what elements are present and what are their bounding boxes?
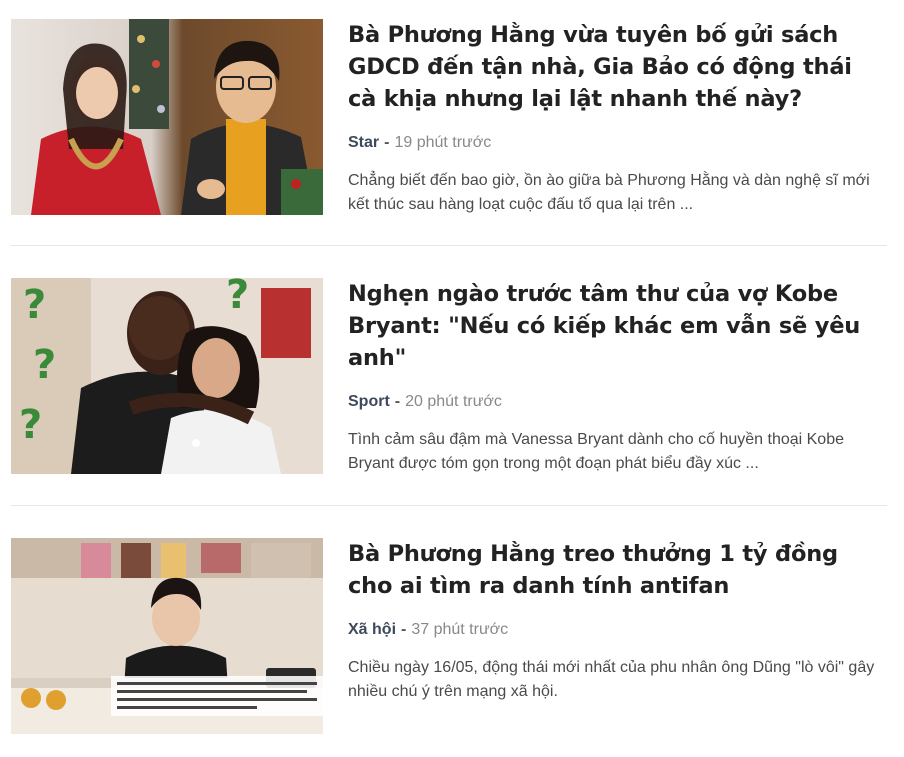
article-time: 19 phút trước (394, 134, 492, 151)
article-card[interactable]: ? ? ? ? Nghẹn ngào trước tâm thư của vợ … (11, 278, 887, 474)
article-meta: Sport -20 phút trước (348, 392, 887, 412)
article-category[interactable]: Star (348, 134, 379, 151)
article-summary: Chiều ngày 16/05, động thái mới nhất của… (348, 659, 875, 700)
meta-separator: - (384, 134, 390, 151)
svg-text:?: ? (226, 278, 249, 318)
article-summary: Chẳng biết đến bao giờ, ồn ào giữa bà Ph… (348, 172, 870, 213)
article-title[interactable]: Bà Phương Hằng treo thưởng 1 tỷ đồng cho… (348, 538, 887, 602)
article-title[interactable]: Nghẹn ngào trước tâm thư của vợ Kobe Bry… (348, 278, 887, 374)
divider (11, 505, 887, 506)
article-summary: Tình cảm sâu đậm mà Vanessa Bryant dành … (348, 431, 844, 472)
svg-text:?: ? (19, 402, 42, 448)
article-thumbnail[interactable]: ? ? ? ? (11, 278, 323, 474)
article-thumbnail[interactable] (11, 19, 323, 215)
article-time: 20 phút trước (405, 393, 502, 410)
article-card[interactable]: Bà Phương Hằng treo thưởng 1 tỷ đồng cho… (11, 538, 887, 734)
meta-separator: - (394, 393, 401, 410)
article-category[interactable]: Xã hội (348, 621, 396, 638)
article-content: Nghẹn ngào trước tâm thư của vợ Kobe Bry… (348, 278, 887, 476)
svg-text:?: ? (33, 342, 56, 388)
article-meta: Star -19 phút trước (348, 133, 887, 153)
meta-separator: - (401, 621, 407, 638)
article-content: Bà Phương Hằng treo thưởng 1 tỷ đồng cho… (348, 538, 887, 704)
news-feed: Bà Phương Hằng vừa tuyên bố gửi sách GDC… (0, 0, 904, 757)
article-thumbnail[interactable] (11, 538, 323, 734)
article-category[interactable]: Sport (348, 393, 390, 410)
divider (11, 245, 887, 246)
article-time: 37 phút trước (411, 621, 509, 638)
svg-text:?: ? (23, 282, 46, 328)
article-title[interactable]: Bà Phương Hằng vừa tuyên bố gửi sách GDC… (348, 19, 887, 115)
article-meta: Xã hội -37 phút trước (348, 620, 887, 640)
article-card[interactable]: Bà Phương Hằng vừa tuyên bố gửi sách GDC… (11, 19, 887, 215)
article-content: Bà Phương Hằng vừa tuyên bố gửi sách GDC… (348, 19, 887, 217)
